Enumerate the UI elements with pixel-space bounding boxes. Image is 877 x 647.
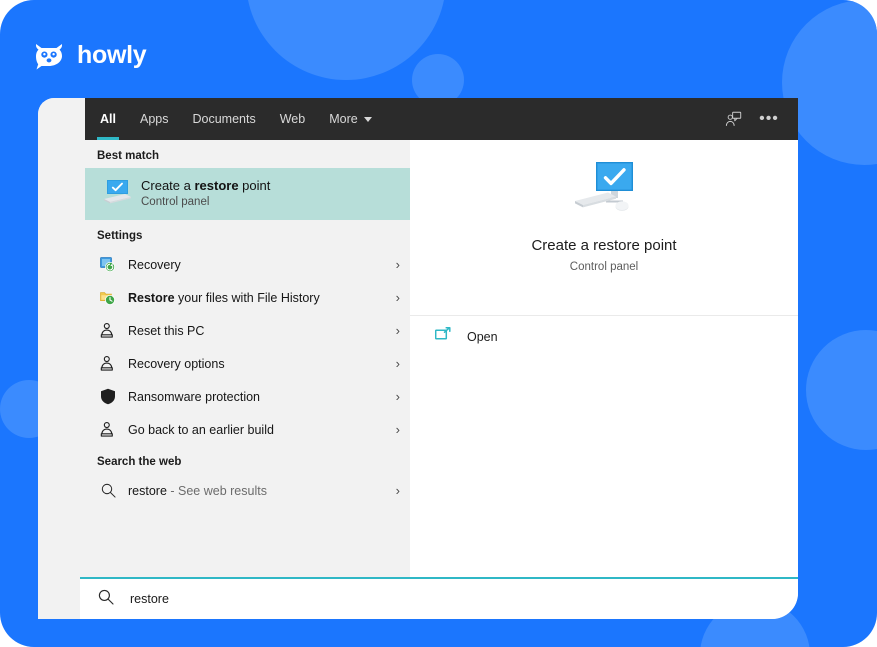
best-match-subtitle: Control panel <box>141 196 210 209</box>
brand-logo: howly <box>32 38 147 72</box>
brand-name: howly <box>77 40 147 69</box>
search-icon <box>97 483 119 498</box>
search-header-actions: ••• <box>718 104 798 134</box>
search-tabs: All Apps Documents Web More <box>85 98 384 140</box>
web-result-item[interactable]: restore - See web results › <box>85 474 410 507</box>
chevron-down-icon <box>363 116 372 122</box>
page-root: howly All Apps Documents Web More ••• Be… <box>0 0 877 647</box>
web-result-suffix: - See web results <box>166 483 267 498</box>
chevron-right-icon: › <box>395 483 400 498</box>
open-external-icon <box>434 327 451 347</box>
restore-point-laptop-icon <box>97 177 133 212</box>
reset-pc-icon <box>97 322 119 339</box>
settings-heading: Settings <box>97 230 143 242</box>
file-history-icon <box>97 290 119 306</box>
search-tab-bar: All Apps Documents Web More ••• <box>85 98 798 140</box>
decorative-circle <box>806 330 877 450</box>
preview-title: Create a restore point <box>531 237 677 254</box>
howly-owl-logo-icon <box>36 44 62 70</box>
web-result-label: restore - See web results <box>128 484 267 498</box>
tab-more[interactable]: More <box>317 98 383 140</box>
settings-item-file-history-label: Restore your files with File History <box>128 291 320 305</box>
feedback-button[interactable] <box>718 104 748 134</box>
settings-item-label-rest: your files with File History <box>174 290 320 305</box>
search-the-web-heading: Search the web <box>97 456 182 468</box>
shield-icon <box>97 388 119 405</box>
best-match-title-suffix: point <box>238 178 271 194</box>
settings-item-label-bold: Restore <box>128 290 175 305</box>
best-match-result-item[interactable]: Create a restore point Control panel <box>85 168 410 220</box>
go-back-build-icon <box>97 421 119 438</box>
settings-item-go-back-to-earlier-build-label: Go back to an earlier build <box>128 423 274 437</box>
chevron-right-icon: › <box>395 323 400 338</box>
windows-search-screenshot: All Apps Documents Web More ••• Best mat… <box>38 98 798 619</box>
search-input-value[interactable]: restore <box>130 592 169 606</box>
best-match-heading: Best match <box>97 150 159 162</box>
more-options-button[interactable]: ••• <box>754 104 784 134</box>
decorative-circle <box>246 0 446 80</box>
brand-background-card: howly All Apps Documents Web More ••• Be… <box>0 0 877 647</box>
results-list: Best match Create a restore point Contro… <box>85 140 410 577</box>
best-match-title-highlight: restore <box>194 178 239 194</box>
settings-item-label-rest: Ransomware protection <box>128 389 261 404</box>
best-match-text: Create a restore point Control panel <box>141 177 270 210</box>
settings-item-label-rest: Reset this PC <box>128 323 205 338</box>
tab-more-label: More <box>329 112 358 126</box>
settings-item-label-rest: Go back to an earlier build <box>128 422 274 437</box>
settings-item-ransomware-protection-label: Ransomware protection <box>128 390 260 404</box>
preview-pane: Create a restore point Control panel Ope… <box>410 140 798 577</box>
settings-item-reset-this-pc-label: Reset this PC <box>128 324 204 338</box>
settings-item-recovery-label: Recovery <box>128 258 181 272</box>
preview-hero: Create a restore point Control panel <box>410 140 798 316</box>
screenshot-left-gutter <box>38 98 85 619</box>
chevron-right-icon: › <box>395 422 400 437</box>
settings-item-recovery-options-label: Recovery options <box>128 357 225 371</box>
chevron-right-icon: › <box>395 290 400 305</box>
restore-point-monitor-icon <box>570 160 638 223</box>
settings-item-ransomware-protection[interactable]: Ransomware protection › <box>85 380 410 413</box>
settings-item-label-rest: Recovery <box>128 257 181 272</box>
chevron-right-icon: › <box>395 257 400 272</box>
tab-all[interactable]: All <box>88 98 128 140</box>
tab-all-label: All <box>100 112 116 126</box>
search-box[interactable]: restore <box>80 577 798 619</box>
web-result-query: restore <box>128 483 167 498</box>
search-panes: Best match Create a restore point Contro… <box>85 140 798 577</box>
settings-item-file-history[interactable]: Restore your files with File History › <box>85 281 410 314</box>
open-action-label: Open <box>467 330 498 344</box>
tab-web-label: Web <box>279 112 306 126</box>
feedback-icon <box>725 111 741 126</box>
settings-item-recovery-options[interactable]: Recovery options › <box>85 347 410 380</box>
settings-item-go-back-to-earlier-build[interactable]: Go back to an earlier build › <box>85 413 410 446</box>
best-match-title-prefix: Create a <box>141 178 195 194</box>
settings-item-recovery[interactable]: Recovery › <box>85 248 410 281</box>
search-icon <box>98 589 114 610</box>
tab-apps[interactable]: Apps <box>128 98 181 140</box>
tab-web[interactable]: Web <box>268 98 317 140</box>
chevron-right-icon: › <box>395 356 400 371</box>
recovery-options-icon <box>97 355 119 372</box>
preview-subtitle: Control panel <box>569 261 639 273</box>
open-action-button[interactable]: Open <box>410 316 798 358</box>
settings-item-label-rest: Recovery options <box>128 356 225 371</box>
settings-item-reset-this-pc[interactable]: Reset this PC › <box>85 314 410 347</box>
tab-documents-label: Documents <box>192 112 256 126</box>
more-options-icon: ••• <box>759 110 779 128</box>
best-match-title: Create a restore point <box>141 177 270 195</box>
tab-apps-label: Apps <box>139 112 169 126</box>
recovery-icon <box>97 256 119 273</box>
chevron-right-icon: › <box>395 389 400 404</box>
tab-documents[interactable]: Documents <box>180 98 267 140</box>
